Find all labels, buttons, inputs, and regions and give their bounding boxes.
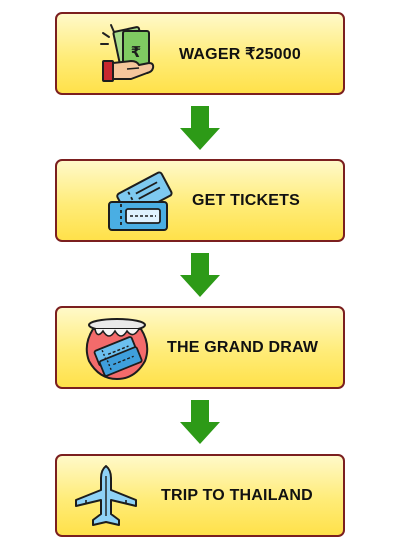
down-arrow-icon (180, 106, 220, 150)
ticket-pot-icon (81, 315, 153, 381)
step-label: THE GRAND DRAW (167, 338, 319, 356)
step-trip-thailand: TRIP TO THAILAND (55, 454, 345, 537)
step-wager: ₹ WAGER ₹25000 (55, 12, 345, 95)
step-label: GET TICKETS (192, 191, 300, 209)
money-hand-icon: ₹ (97, 23, 157, 85)
airplane-icon (74, 464, 138, 528)
down-arrow-icon (180, 400, 220, 444)
step-label: TRIP TO THAILAND (161, 486, 313, 504)
down-arrow-icon (180, 253, 220, 297)
tickets-icon (106, 168, 176, 234)
step-grand-draw: THE GRAND DRAW (55, 306, 345, 389)
step-label: WAGER ₹25000 (179, 45, 301, 63)
step-get-tickets: GET TICKETS (55, 159, 345, 242)
svg-text:₹: ₹ (131, 43, 141, 61)
